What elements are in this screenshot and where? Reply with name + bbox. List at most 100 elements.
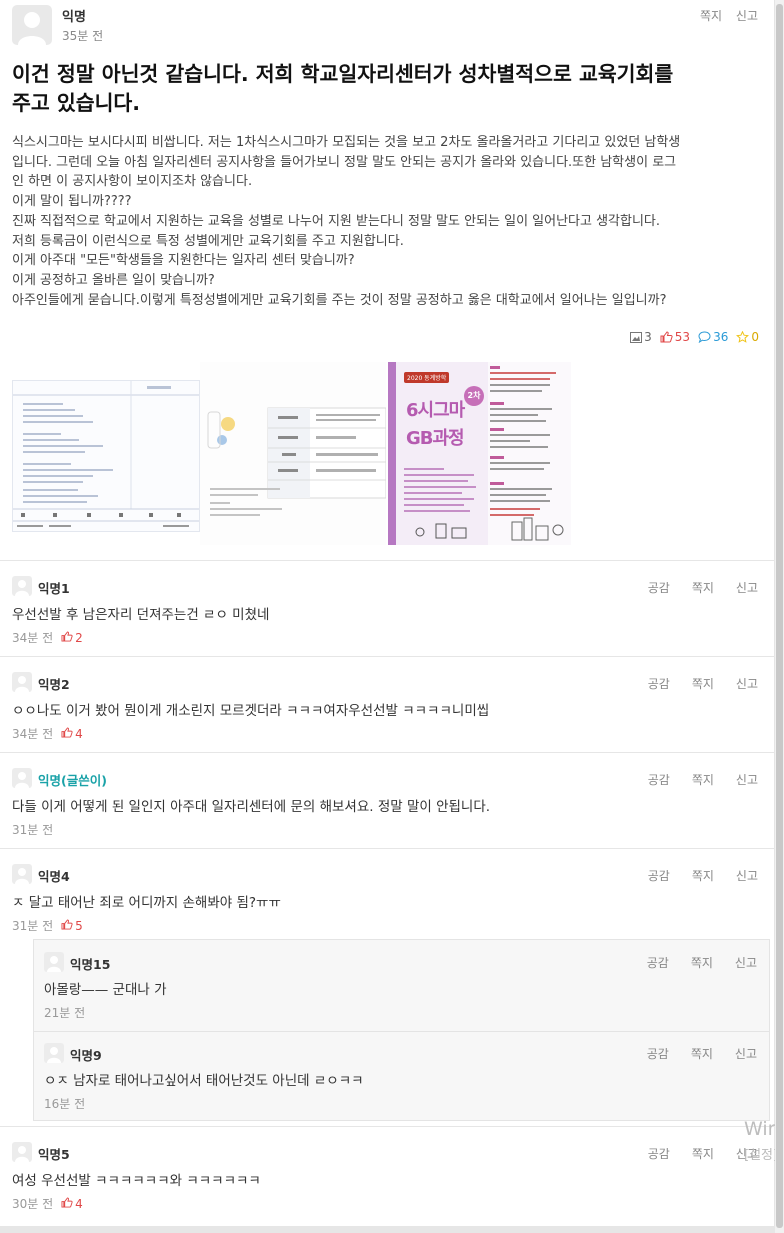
report-button[interactable]: 신고: [735, 956, 757, 970]
message-button[interactable]: 쪽지: [692, 773, 714, 787]
body-line: 아주인들에게 묻습니다.이렇게 특정성별에게만 교육기회를 주는 것이 정말 공…: [12, 292, 667, 308]
comment-actions: 공감 쪽지 신고: [626, 579, 758, 596]
author-avatar: [12, 5, 52, 45]
attached-image-2[interactable]: [200, 362, 386, 545]
comment-time: 30분 전: [12, 1197, 54, 1211]
comment-actions: 공감 쪽지 신고: [626, 1145, 758, 1162]
comment-text: 우선선발 후 남은자리 던져주는건 ㄹㅇ 미쳤네: [12, 607, 270, 623]
comment-text: 다들 이게 어떻게 된 일인지 아주대 일자리센터에 문의 해보셔요. 정말 말…: [12, 799, 491, 815]
report-button[interactable]: 신고: [736, 581, 758, 595]
reply-meta: 16분 전: [44, 1095, 85, 1112]
comment-author: 익명1: [38, 581, 70, 596]
article: 익명 35분 전 쪽지 신고 이건 정말 아닌것 같습니다. 저희 학교일자리센…: [0, 0, 775, 560]
report-button[interactable]: 신고: [736, 869, 758, 883]
comment-actions: 공감 쪽지 신고: [626, 675, 758, 692]
comment-like-count: 2: [75, 630, 83, 645]
like-button[interactable]: 공감: [648, 869, 670, 883]
comment-actions: 공감 쪽지 신고: [626, 867, 758, 884]
post-stats: 3 53 36 0: [630, 330, 759, 344]
message-button[interactable]: 쪽지: [692, 581, 714, 595]
comment-meta: 30분 전 4: [12, 1195, 83, 1212]
reply-author: 익명9: [70, 1048, 102, 1063]
comment-likes: 4: [61, 727, 83, 741]
like-count[interactable]: 53: [660, 330, 690, 344]
comment-time: 31분 전: [12, 823, 54, 837]
like-button[interactable]: 공감: [648, 1147, 670, 1161]
reply-actions: 공감 쪽지 신고: [625, 1045, 757, 1062]
comment-item: 익명(글쓴이) 공감 쪽지 신고 다들 이게 어떻게 된 일인지 아주대 일자리센터…: [0, 752, 775, 848]
message-button[interactable]: 쪽지: [691, 1047, 713, 1061]
comment-author: 익명2: [38, 677, 70, 692]
report-button[interactable]: 신고: [736, 9, 758, 23]
comment-item: 익명4 공감 쪽지 신고 ㅈ 달고 태어난 죄로 어디까지 손해봐야 됨?ㅠㅠ 31…: [0, 848, 775, 1126]
post-body: 식스시그마는 보시다시피 비쌉니다. 저는 1차식스시그마가 모집되는 것을 보…: [12, 133, 764, 310]
thumbs-up-icon: [61, 630, 73, 645]
message-button[interactable]: 쪽지: [700, 9, 722, 23]
reply-author: 익명15: [70, 957, 111, 972]
reply-time: 21분 전: [44, 1006, 86, 1020]
star-icon: [736, 331, 750, 343]
board-page: 익명 35분 전 쪽지 신고 이건 정말 아닌것 같습니다. 저희 학교일자리센…: [0, 0, 775, 1233]
post-time: 35분 전: [62, 29, 104, 43]
comment-author: 익명5: [38, 1147, 70, 1162]
vertical-scrollbar[interactable]: [775, 0, 784, 1233]
body-line: 인 하면 이 공지사항이 보이지조차 않습니다.: [12, 174, 253, 190]
comment-bubble-icon: [698, 331, 711, 343]
comment-avatar: [12, 672, 32, 692]
comment-time: 34분 전: [12, 727, 54, 741]
comment-likes: 5: [61, 919, 83, 933]
like-button[interactable]: 공감: [648, 773, 670, 787]
comment-like-count: 5: [75, 918, 83, 933]
comment-likes: 4: [61, 1197, 83, 1211]
attached-image-1[interactable]: [12, 380, 200, 532]
reply-list: 익명15 공감 쪽지 신고 아몰랑—— 군대나 가 21분 전 익명9 공감 쪽지 신고…: [33, 939, 770, 1121]
reply-text: 아몰랑—— 군대나 가: [44, 982, 167, 998]
reply-avatar: [44, 1043, 64, 1063]
comment-count: 36: [698, 330, 728, 344]
thumbs-up-icon: [61, 918, 73, 933]
article-actions: 쪽지 신고: [690, 7, 758, 24]
comment-avatar: [12, 1142, 32, 1162]
like-button[interactable]: 공감: [648, 581, 670, 595]
scrap-count[interactable]: 0: [736, 330, 759, 344]
attached-images: 2020 동계방학 2차 6시그마 GB과정: [12, 362, 572, 545]
poster-details: [488, 362, 571, 545]
scrap-count-value: 0: [751, 330, 759, 344]
message-button[interactable]: 쪽지: [692, 869, 714, 883]
reply-item: 익명9 공감 쪽지 신고 ㅇㅈ 남자로 태어나고싶어서 태어난것도 아닌데 ㄹㅇㅋㅋ…: [34, 1031, 769, 1121]
comment-text: ㅇㅇ나도 이거 봤어 뭔이게 개소린지 모르겟더라 ㅋㅋㅋ여자우선선발 ㅋㅋㅋㅋ…: [12, 703, 490, 719]
comment-item: 익명1 공감 쪽지 신고 우선선발 후 남은자리 던져주는건 ㄹㅇ 미쳤네 34분 …: [0, 560, 775, 656]
poster-main: 2020 동계방학 2차 6시그마 GB과정: [388, 362, 488, 545]
message-button[interactable]: 쪽지: [691, 956, 713, 970]
report-button[interactable]: 신고: [735, 1047, 757, 1061]
post-title-line-2: 주고 있습니다.: [12, 91, 141, 115]
like-button[interactable]: 공감: [647, 956, 669, 970]
message-button[interactable]: 쪽지: [692, 677, 714, 691]
comment-count-value: 36: [713, 330, 729, 344]
comment-meta: 34분 전 4: [12, 725, 83, 742]
scrollbar-thumb[interactable]: [776, 4, 783, 1228]
message-button[interactable]: 쪽지: [692, 1147, 714, 1161]
comment-text: 여성 우선선발 ㅋㅋㅋㅋㅋㅋ와 ㅋㅋㅋㅋㅋㅋ: [12, 1173, 261, 1189]
comment-author: 익명4: [38, 869, 70, 884]
reply-avatar: [44, 952, 64, 972]
report-button[interactable]: 신고: [736, 773, 758, 787]
post-title-line-1: 이건 정말 아닌것 같습니다. 저희 학교일자리센터가 성차별적으로 교육기회를: [12, 62, 674, 86]
post-title: 이건 정말 아닌것 같습니다. 저희 학교일자리센터가 성차별적으로 교육기회를…: [12, 60, 764, 118]
attached-image-3-poster[interactable]: 2020 동계방학 2차 6시그마 GB과정: [388, 362, 571, 545]
reply-text: ㅇㅈ 남자로 태어나고싶어서 태어난것도 아닌데 ㄹㅇㅋㅋ: [44, 1073, 364, 1089]
comment-avatar: [12, 768, 32, 788]
body-line: 진짜 직접적으로 학교에서 지원하는 교육을 성별로 나누어 지원 받는다니 정…: [12, 213, 661, 229]
author-name: 익명: [62, 10, 86, 25]
comment-avatar: [12, 576, 32, 596]
comment-likes: 2: [61, 631, 83, 645]
like-button[interactable]: 공감: [647, 1047, 669, 1061]
thumbs-up-icon: [61, 1196, 73, 1211]
like-button[interactable]: 공감: [648, 677, 670, 691]
comment-meta: 31분 전: [12, 821, 53, 838]
horizontal-scrollbar[interactable]: [0, 1226, 775, 1233]
image-icon: [630, 331, 643, 343]
thumbs-up-icon: [660, 331, 673, 343]
report-button[interactable]: 신고: [736, 677, 758, 691]
reply-item: 익명15 공감 쪽지 신고 아몰랑—— 군대나 가 21분 전: [34, 940, 769, 1031]
